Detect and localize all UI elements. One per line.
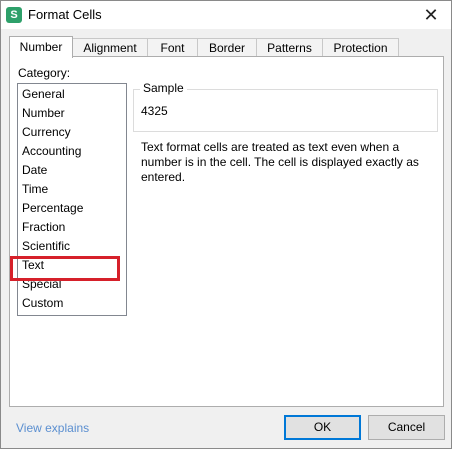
- category-item-accounting[interactable]: Accounting: [22, 142, 120, 161]
- number-tab-panel: Category: General Number Currency Accoun…: [9, 56, 444, 407]
- category-item-percentage[interactable]: Percentage: [22, 199, 120, 218]
- category-list[interactable]: General Number Currency Accounting Date …: [17, 83, 127, 316]
- tab-font[interactable]: Font: [147, 38, 198, 57]
- cancel-button[interactable]: Cancel: [368, 415, 445, 440]
- sample-legend: Sample: [140, 81, 187, 95]
- category-item-date[interactable]: Date: [22, 161, 120, 180]
- category-item-currency[interactable]: Currency: [22, 123, 120, 142]
- category-item-scientific[interactable]: Scientific: [22, 237, 120, 256]
- dialog-title: Format Cells: [28, 7, 102, 22]
- tab-protection[interactable]: Protection: [322, 38, 399, 57]
- category-label: Category:: [18, 66, 71, 80]
- title-bar: S Format Cells ✕: [1, 1, 451, 30]
- category-item-time[interactable]: Time: [22, 180, 120, 199]
- format-description: Text format cells are treated as text ev…: [141, 140, 419, 184]
- sample-group: Sample 4325: [133, 81, 438, 132]
- close-icon[interactable]: ✕: [411, 1, 451, 29]
- category-item-general[interactable]: General: [22, 85, 120, 104]
- format-cells-dialog: S Format Cells ✕ Number Alignment Font B…: [0, 0, 452, 449]
- tab-border[interactable]: Border: [197, 38, 257, 57]
- tab-alignment[interactable]: Alignment: [72, 38, 148, 57]
- category-item-custom[interactable]: Custom: [22, 294, 120, 313]
- view-explains-link[interactable]: View explains: [16, 421, 89, 435]
- app-icon: S: [6, 7, 22, 23]
- category-item-number[interactable]: Number: [22, 104, 120, 123]
- tab-number[interactable]: Number: [9, 36, 73, 58]
- sample-value: 4325: [141, 104, 168, 118]
- selection-highlight-box: [10, 256, 120, 281]
- tab-patterns[interactable]: Patterns: [256, 38, 323, 57]
- category-item-fraction[interactable]: Fraction: [22, 218, 120, 237]
- tab-strip: Number Alignment Font Border Patterns Pr…: [9, 36, 449, 58]
- ok-button[interactable]: OK: [284, 415, 361, 440]
